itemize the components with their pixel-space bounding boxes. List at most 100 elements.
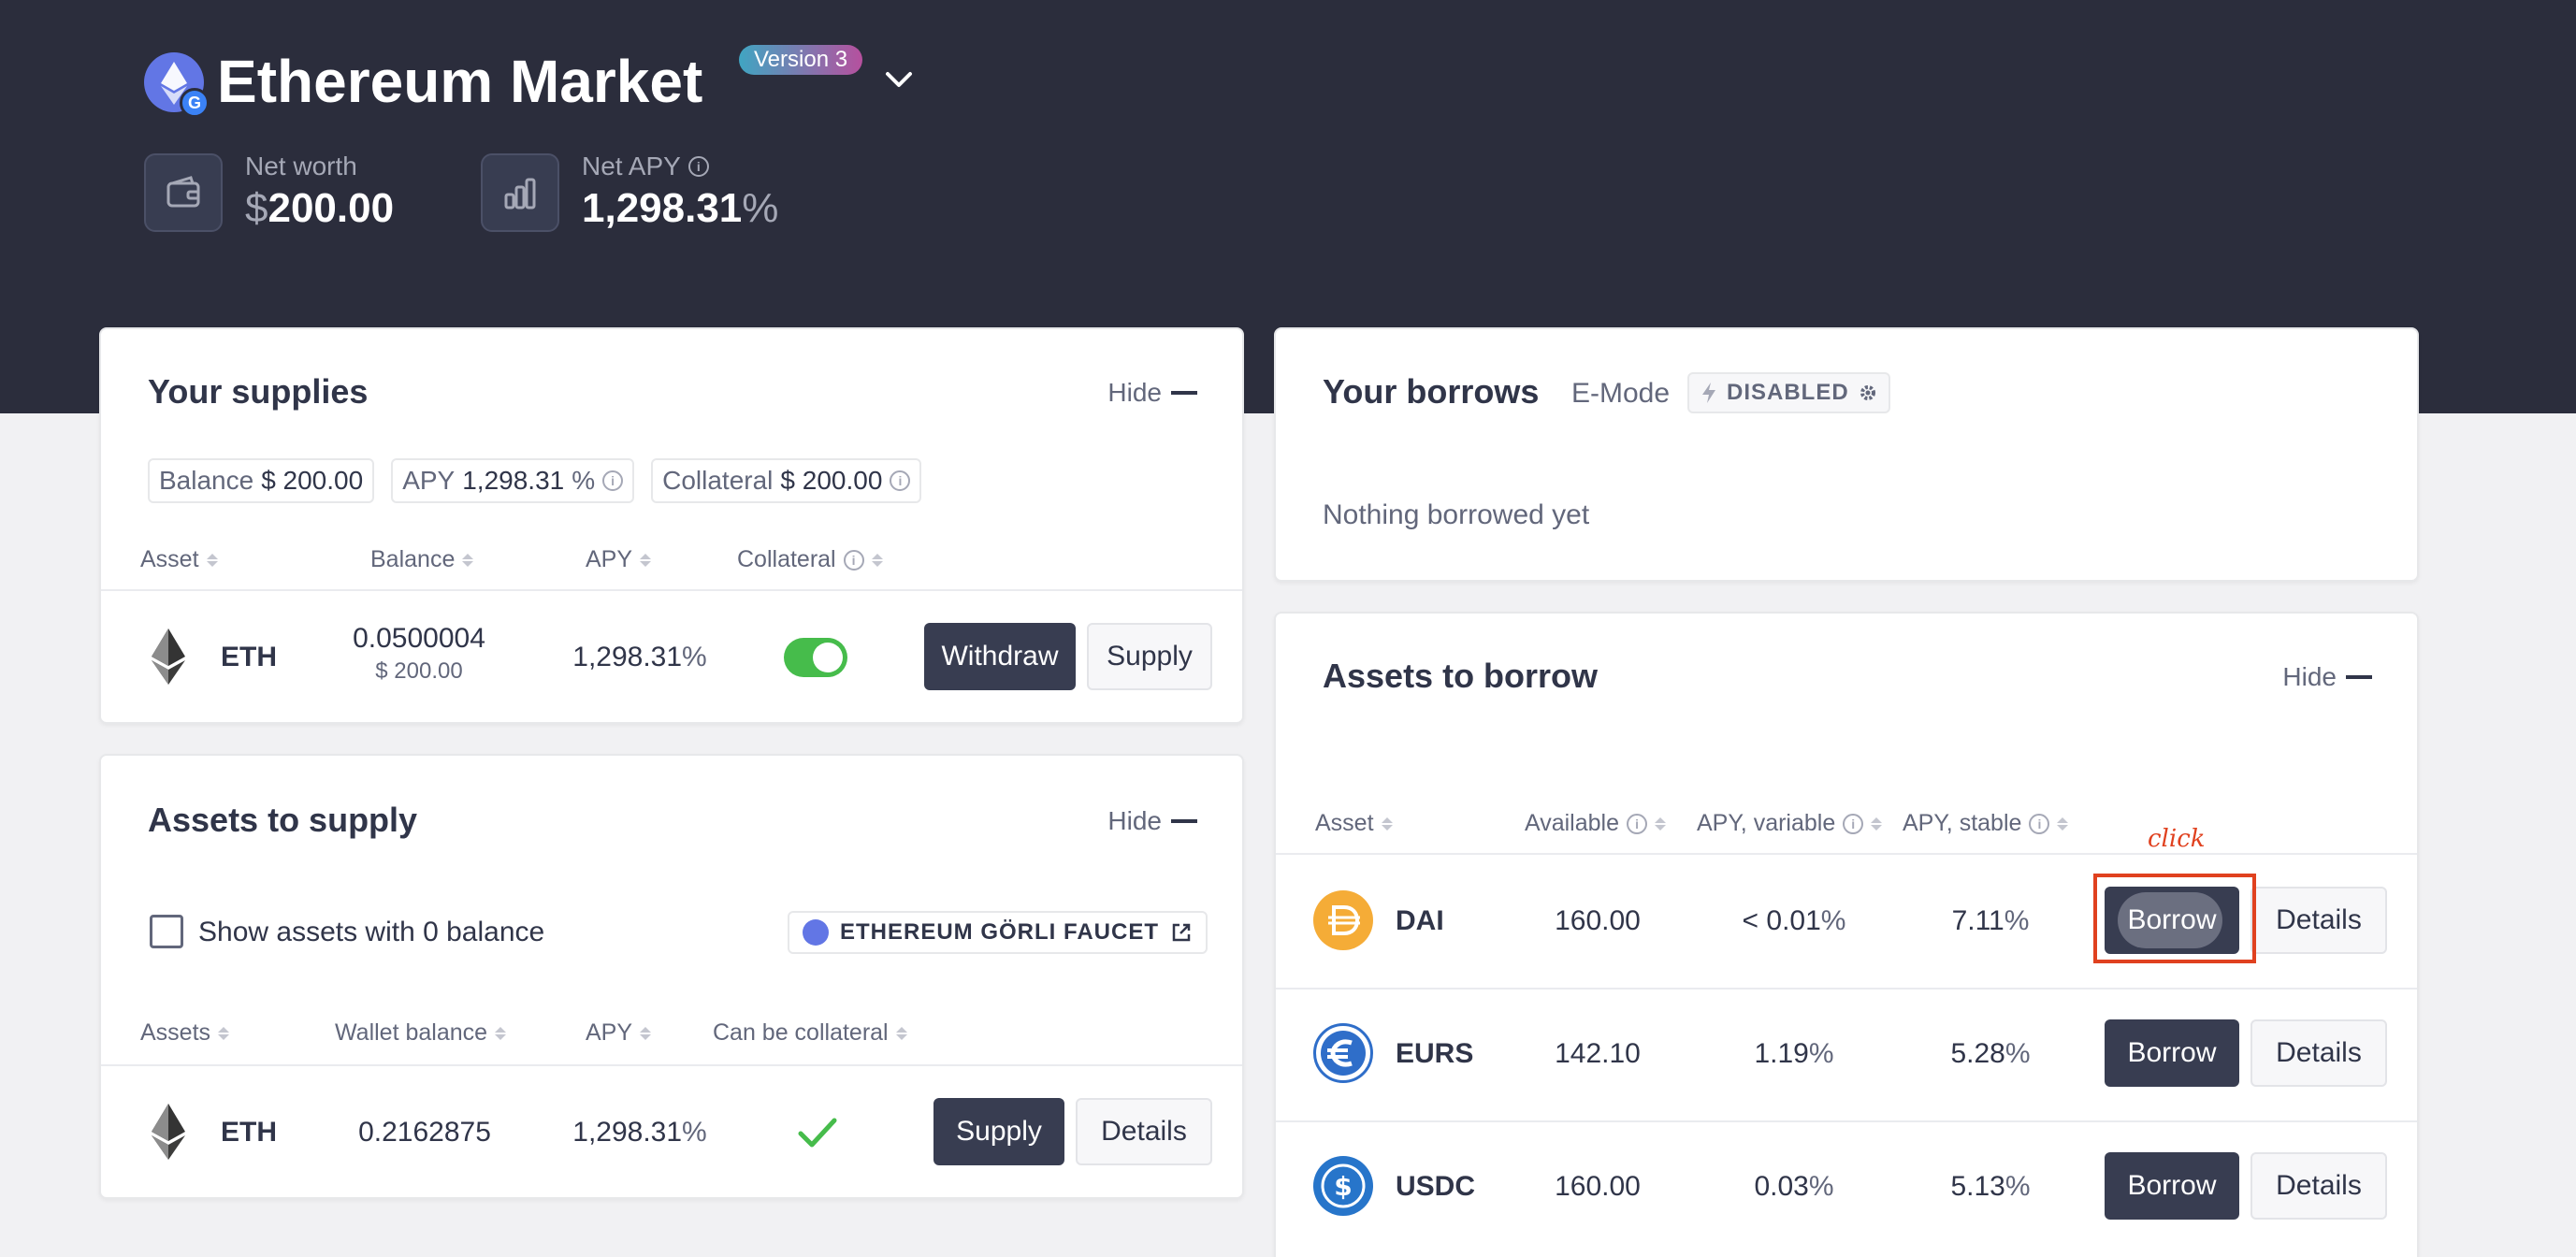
sort-icon — [1655, 816, 1667, 831]
hide-supplies-button[interactable]: Hide — [1107, 378, 1197, 408]
info-icon[interactable]: i — [890, 470, 911, 491]
balance-pill: Balance $ 200.00 — [148, 458, 375, 503]
market-selector-chevron-down-icon[interactable] — [883, 64, 915, 95]
checkmark-icon — [798, 1118, 837, 1148]
version-badge: Version 3 — [739, 45, 863, 75]
apy-stable-cell: 5.13% — [1950, 1171, 2031, 1202]
details-button[interactable]: Details — [2250, 1019, 2387, 1087]
column-header-asset[interactable]: Asset — [1315, 810, 1393, 837]
lightning-icon — [1702, 383, 1715, 403]
column-header-can-be-collateral[interactable]: Can be collateral — [713, 1019, 907, 1047]
emode-label: E-Mode — [1571, 378, 1671, 409]
supply-button[interactable]: Supply — [1087, 623, 1212, 690]
info-icon[interactable]: i — [602, 470, 624, 491]
your-supplies-card: Your supplies Hide Balance $ 200.00 APY 1,… — [99, 327, 1244, 724]
divider — [101, 589, 1242, 591]
apy-pill: APY 1,298.31% i — [391, 458, 635, 503]
show-zero-balance-checkbox[interactable] — [150, 915, 183, 948]
divider — [1276, 1120, 2417, 1122]
apy-cell: 1,298.31% — [572, 1117, 707, 1148]
borrow-button[interactable]: Borrow — [2105, 1019, 2239, 1087]
eth-icon — [152, 1104, 185, 1160]
balance-cell: 0.0500004 $ 200.00 — [353, 623, 485, 684]
column-header-apy[interactable]: APY — [586, 1019, 652, 1047]
details-button[interactable]: Details — [2250, 1152, 2387, 1220]
column-header-assets[interactable]: Assets — [140, 1019, 230, 1047]
gear-icon — [1860, 385, 1875, 400]
sort-icon — [206, 553, 218, 567]
supplies-summary: Balance $ 200.00 APY 1,298.31% i Collateral… — [148, 458, 922, 503]
emode-status-button[interactable]: DISABLED — [1687, 372, 1890, 413]
supply-button[interactable]: Supply — [933, 1098, 1064, 1165]
info-icon[interactable]: i — [687, 156, 709, 177]
details-button[interactable]: Details — [1076, 1098, 1212, 1165]
column-header-available[interactable]: Available i — [1525, 810, 1667, 837]
collateral-toggle[interactable] — [784, 638, 847, 677]
wallet-balance-cell: 0.2162875 — [358, 1117, 491, 1148]
minus-icon — [1171, 819, 1197, 823]
asset-name: ETH — [221, 1117, 277, 1148]
divider — [1276, 853, 2417, 855]
assets-to-borrow-title: Assets to borrow — [1323, 657, 1599, 695]
sort-icon — [495, 1026, 507, 1040]
network-badge-icon: G — [180, 88, 210, 118]
available-cell: 142.10 — [1555, 1038, 1641, 1069]
net-apy-label: Net APY i — [582, 152, 709, 181]
market-title: Ethereum Market — [217, 48, 703, 115]
details-button[interactable]: Details — [2250, 887, 2387, 954]
apy-variable-cell: < 0.01% — [1742, 905, 1846, 936]
sort-icon — [218, 1026, 230, 1040]
sort-icon — [895, 1026, 907, 1040]
dai-icon — [1313, 890, 1373, 950]
column-header-balance[interactable]: Balance — [370, 546, 474, 573]
column-header-collateral[interactable]: Collateral i — [737, 546, 883, 573]
faucet-link[interactable]: ETHEREUM GÖRLI FAUCET — [788, 911, 1208, 954]
sort-icon — [640, 553, 652, 567]
net-apy-value: 1,298.31% — [582, 185, 779, 231]
collateral-pill: Collateral $ 200.00 i — [651, 458, 922, 503]
eurs-icon — [1313, 1023, 1373, 1083]
asset-name: DAI — [1396, 905, 1444, 936]
sort-icon — [1381, 816, 1393, 831]
column-header-apy-variable[interactable]: APY, variable i — [1697, 810, 1883, 837]
withdraw-button[interactable]: Withdraw — [924, 623, 1076, 690]
hide-assets-to-supply-button[interactable]: Hide — [1107, 806, 1197, 836]
asset-name: EURS — [1396, 1038, 1474, 1069]
bar-chart-icon — [481, 153, 559, 232]
divider — [101, 1064, 1242, 1066]
sort-icon — [462, 553, 474, 567]
column-header-wallet-balance[interactable]: Wallet balance — [335, 1019, 507, 1047]
ethereum-market-icon: G — [144, 52, 210, 118]
your-supplies-title: Your supplies — [148, 372, 369, 411]
borrow-button[interactable]: Borrow — [2105, 1152, 2239, 1220]
info-icon[interactable]: i — [843, 549, 864, 571]
sort-icon — [1871, 816, 1883, 831]
info-icon[interactable]: i — [2029, 813, 2050, 834]
available-cell: 160.00 — [1555, 905, 1641, 936]
asset-name: USDC — [1396, 1171, 1476, 1202]
divider — [1276, 988, 2417, 990]
net-worth-value: $200.00 — [245, 185, 395, 231]
hide-assets-to-borrow-button[interactable]: Hide — [2282, 662, 2372, 692]
external-link-icon — [1172, 923, 1191, 942]
sort-icon — [2057, 816, 2069, 831]
assets-to-supply-card: Assets to supply Hide Show assets with 0… — [99, 754, 1244, 1199]
usdc-icon: $ — [1313, 1156, 1373, 1216]
column-header-apy[interactable]: APY — [586, 546, 652, 573]
info-icon[interactable]: i — [1843, 813, 1864, 834]
column-header-asset[interactable]: Asset — [140, 546, 218, 573]
eth-icon — [152, 628, 185, 685]
net-worth-label: Net worth — [245, 152, 357, 181]
info-icon[interactable]: i — [1627, 813, 1648, 834]
column-header-apy-stable[interactable]: APY, stable i — [1903, 810, 2069, 837]
apy-stable-cell: 7.11% — [1951, 905, 2030, 936]
click-annotation: click — [2148, 825, 2206, 853]
minus-icon — [1171, 391, 1197, 395]
show-zero-balance-label[interactable]: Show assets with 0 balance — [198, 917, 544, 948]
apy-variable-cell: 0.03% — [1754, 1171, 1834, 1202]
empty-borrows-message: Nothing borrowed yet — [1323, 499, 1590, 530]
assets-to-supply-title: Assets to supply — [148, 801, 418, 839]
minus-icon — [2346, 675, 2372, 679]
sort-icon — [640, 1026, 652, 1040]
wallet-icon — [144, 153, 223, 232]
